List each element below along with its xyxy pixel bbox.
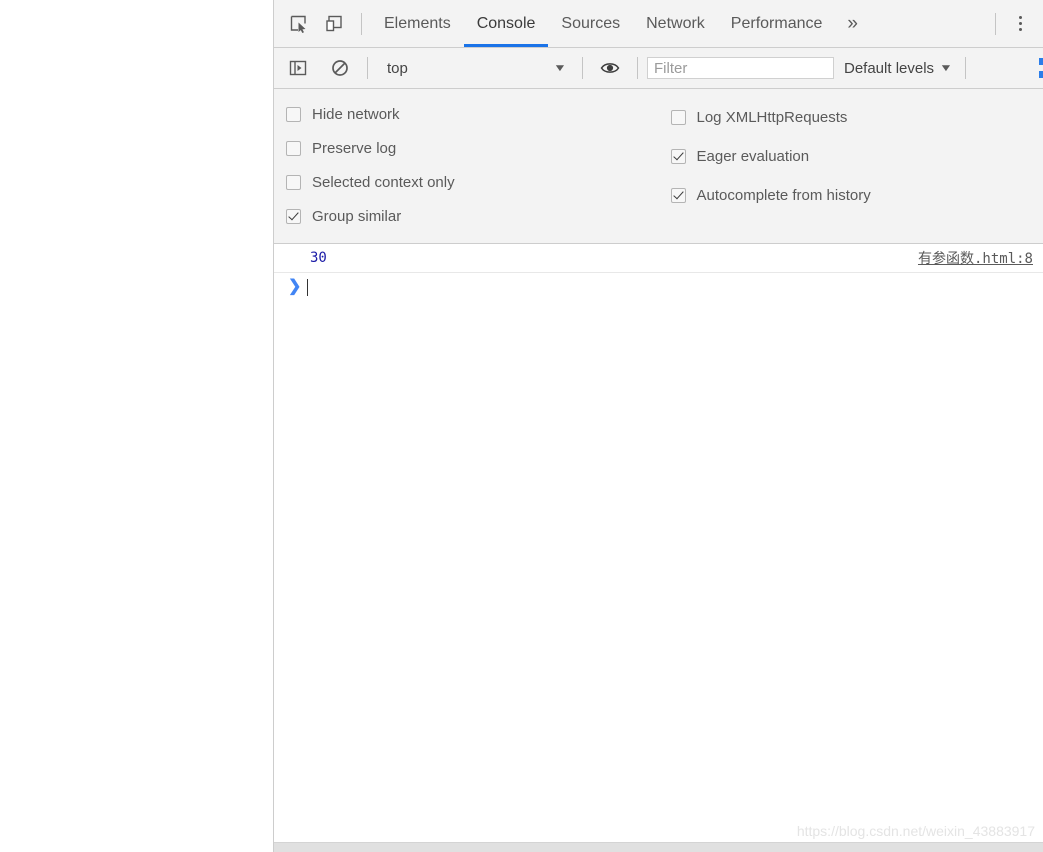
console-empty-space [274, 301, 1043, 842]
text-caret [307, 278, 308, 296]
console-settings-panel: Hide network Preserve log Selected conte… [274, 89, 1043, 244]
execution-context-value: top [387, 59, 408, 77]
setting-eager-evaluation[interactable]: Eager evaluation [670, 137, 1043, 176]
setting-preserve-log[interactable]: Preserve log [286, 132, 659, 166]
toolbar-divider-1 [367, 57, 368, 79]
tab-sources[interactable]: Sources [548, 0, 633, 47]
console-toolbar: top ▼ Default levels ▼ [274, 48, 1043, 89]
toolbar-divider-4 [964, 57, 966, 79]
console-sidebar-icon[interactable] [283, 53, 313, 83]
label-group-similar: Group similar [312, 207, 402, 225]
settings-column-left: Hide network Preserve log Selected conte… [274, 98, 659, 233]
execution-context-selector[interactable]: top ▼ [377, 55, 573, 81]
label-eager-evaluation: Eager evaluation [696, 148, 810, 165]
filter-input[interactable] [647, 57, 834, 79]
tab-performance[interactable]: Performance [718, 0, 836, 47]
more-tabs-icon[interactable]: » [835, 0, 869, 47]
console-output-area[interactable]: 30 有参函数.html:8 ❯ https://blog.csdn.net/w… [274, 244, 1043, 842]
label-hide-network: Hide network [312, 106, 400, 124]
checkbox-selected-context-only[interactable] [286, 174, 301, 190]
label-selected-context-only: Selected context only [312, 173, 455, 191]
setting-log-xmlhttprequests[interactable]: Log XMLHttpRequests [670, 98, 1043, 137]
label-preserve-log: Preserve log [312, 140, 397, 158]
label-log-xmlhttprequests: Log XMLHttpRequests [696, 109, 848, 126]
checkbox-autocomplete-from-history[interactable] [670, 188, 686, 203]
checkbox-group-similar[interactable] [286, 208, 301, 224]
tabbar-divider-right [995, 12, 996, 35]
live-expression-eye-icon[interactable] [595, 53, 625, 83]
devtools-main-tabbar: Elements Console Sources Network Perform… [274, 0, 1043, 48]
tabbar-divider [361, 12, 362, 35]
checkbox-log-xmlhttprequests[interactable] [670, 110, 686, 125]
checkbox-eager-evaluation[interactable] [670, 149, 686, 164]
console-prompt[interactable]: ❯ [274, 273, 1043, 301]
console-log-source-link[interactable]: 有参函数.html:8 [918, 248, 1033, 268]
prompt-chevron-icon: ❯ [288, 278, 302, 295]
console-log-value: 30 [310, 250, 327, 266]
console-log-entry[interactable]: 30 有参函数.html:8 [274, 244, 1043, 273]
checkbox-preserve-log[interactable] [286, 141, 301, 157]
chevron-down-icon-levels: ▼ [939, 62, 953, 74]
checkbox-hide-network[interactable] [286, 107, 301, 123]
console-settings-icon-clipped[interactable] [1039, 48, 1043, 88]
setting-autocomplete-from-history[interactable]: Autocomplete from history [670, 176, 1043, 215]
devtools-bottom-bar [274, 842, 1043, 852]
log-levels-dropdown[interactable]: Default levels ▼ [834, 60, 961, 77]
settings-column-right: Log XMLHttpRequests Eager evaluation Aut… [659, 98, 1043, 233]
chevron-down-icon: ▼ [553, 62, 567, 74]
setting-hide-network[interactable]: Hide network [286, 98, 659, 132]
tab-console[interactable]: Console [463, 0, 549, 47]
setting-selected-context-only[interactable]: Selected context only [286, 166, 659, 200]
toolbar-divider-3 [637, 57, 638, 79]
log-levels-label: Default levels [844, 59, 935, 77]
tab-network[interactable]: Network [633, 0, 718, 47]
setting-group-similar[interactable]: Group similar [286, 199, 659, 233]
label-autocomplete-from-history: Autocomplete from history [696, 187, 871, 204]
toolbar-divider-2 [582, 57, 583, 79]
inspect-element-icon[interactable] [283, 9, 313, 39]
kebab-menu-icon[interactable] [1005, 9, 1035, 39]
device-toolbar-icon[interactable] [319, 9, 349, 39]
clear-console-icon[interactable] [325, 53, 355, 83]
web-page-content-area [0, 0, 273, 852]
tab-elements[interactable]: Elements [371, 0, 464, 47]
devtools-window: Elements Console Sources Network Perform… [273, 0, 1043, 852]
watermark-text: https://blog.csdn.net/weixin_43883917 [796, 823, 1035, 839]
